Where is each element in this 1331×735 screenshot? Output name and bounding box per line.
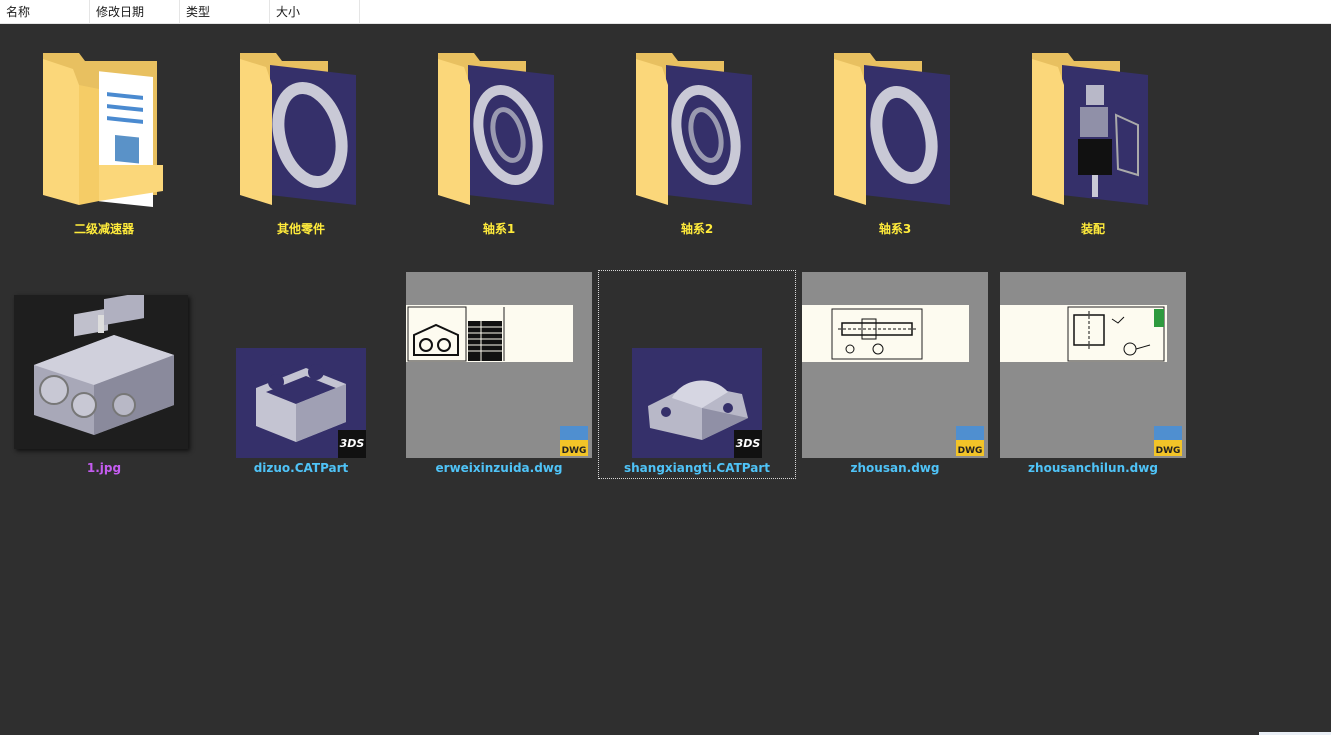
file-item[interactable]: 3DS dizuo.CATPart <box>203 271 399 481</box>
folder-item[interactable]: 轴系2 <box>599 25 795 245</box>
file-item[interactable]: 1.jpg <box>6 271 202 481</box>
folder-name: 轴系1 <box>482 222 516 236</box>
column-size[interactable]: 大小 <box>270 0 360 24</box>
folder-item[interactable]: 装配 <box>995 25 1191 245</box>
file-name: erweixinzuida.dwg <box>435 461 563 475</box>
column-name[interactable]: 名称 ^ <box>0 0 90 24</box>
folder-with-cad-preview-icon <box>636 53 752 205</box>
file-name: shangxiangti.CATPart <box>624 461 770 475</box>
column-modified-date[interactable]: 修改日期 <box>90 0 180 24</box>
dwg-file-icon: DWG <box>956 426 984 456</box>
dwg-file-icon: DWG <box>560 426 588 456</box>
folder-name: 二级减速器 <box>73 222 134 236</box>
folder-name: 轴系3 <box>878 222 912 236</box>
drawing-sheet <box>802 305 969 362</box>
folder-name: 装配 <box>1080 222 1105 236</box>
file-item[interactable]: DWG zhousan.dwg <box>797 271 993 481</box>
column-modified-date-label: 修改日期 <box>96 5 145 19</box>
image-thumbnail <box>14 292 188 449</box>
folder-item[interactable]: 二级减速器 <box>6 25 202 245</box>
dwg-badge-text: DWG <box>1156 446 1181 456</box>
dwg-thumbnail: DWG <box>1000 272 1186 458</box>
folder-with-cad-preview-icon <box>438 53 554 205</box>
column-size-label: 大小 <box>276 5 301 19</box>
drawing-sheet <box>1000 305 1167 362</box>
folder-item[interactable]: 轴系1 <box>401 25 597 245</box>
folder-item[interactable]: 其他零件 <box>203 25 399 245</box>
drawing-sheet <box>406 305 573 362</box>
gearbox-render-icon <box>14 292 188 449</box>
file-item[interactable]: DWG erweixinzuida.dwg <box>401 271 597 481</box>
folder-name: 轴系2 <box>680 222 714 236</box>
file-name: zhousan.dwg <box>850 461 940 475</box>
dwg-thumbnail: DWG <box>406 272 592 458</box>
dwg-thumbnail: DWG <box>802 272 988 458</box>
column-name-label: 名称 <box>6 5 31 19</box>
folder-item[interactable]: 轴系3 <box>797 25 993 245</box>
sort-ascending-icon: ^ <box>40 0 49 7</box>
file-item[interactable]: DWG zhousanchilun.dwg <box>995 271 1191 481</box>
file-item-selected[interactable]: 3DS shangxiangti.CATPart <box>598 270 796 479</box>
folder-with-cad-preview-icon <box>240 53 356 205</box>
dwg-badge-text: DWG <box>562 446 587 456</box>
column-type[interactable]: 类型 <box>180 0 270 24</box>
file-view[interactable]: 二级减速器 其他零件 轴系1 轴系2 轴系3 装配 1.jpg 3DS dizu… <box>0 25 1331 735</box>
folder-with-documents-icon <box>43 53 163 207</box>
catpart-thumbnail: 3DS <box>632 348 762 458</box>
column-type-label: 类型 <box>186 5 211 19</box>
dwg-file-icon: DWG <box>1154 426 1182 456</box>
file-name: zhousanchilun.dwg <box>1028 461 1158 475</box>
folder-with-assembly-preview-icon <box>1032 53 1148 205</box>
dwg-badge-text: DWG <box>958 446 983 456</box>
folder-name: 其他零件 <box>276 222 325 236</box>
catia-3ds-badge-icon: 3DS <box>734 430 762 458</box>
catia-3ds-badge-icon: 3DS <box>338 430 366 458</box>
catpart-thumbnail: 3DS <box>236 348 366 458</box>
folder-with-cad-preview-icon <box>834 53 950 205</box>
column-header: 名称 ^ 修改日期 类型 大小 <box>0 0 1331 24</box>
file-name: 1.jpg <box>86 461 122 475</box>
file-name: dizuo.CATPart <box>253 461 349 475</box>
